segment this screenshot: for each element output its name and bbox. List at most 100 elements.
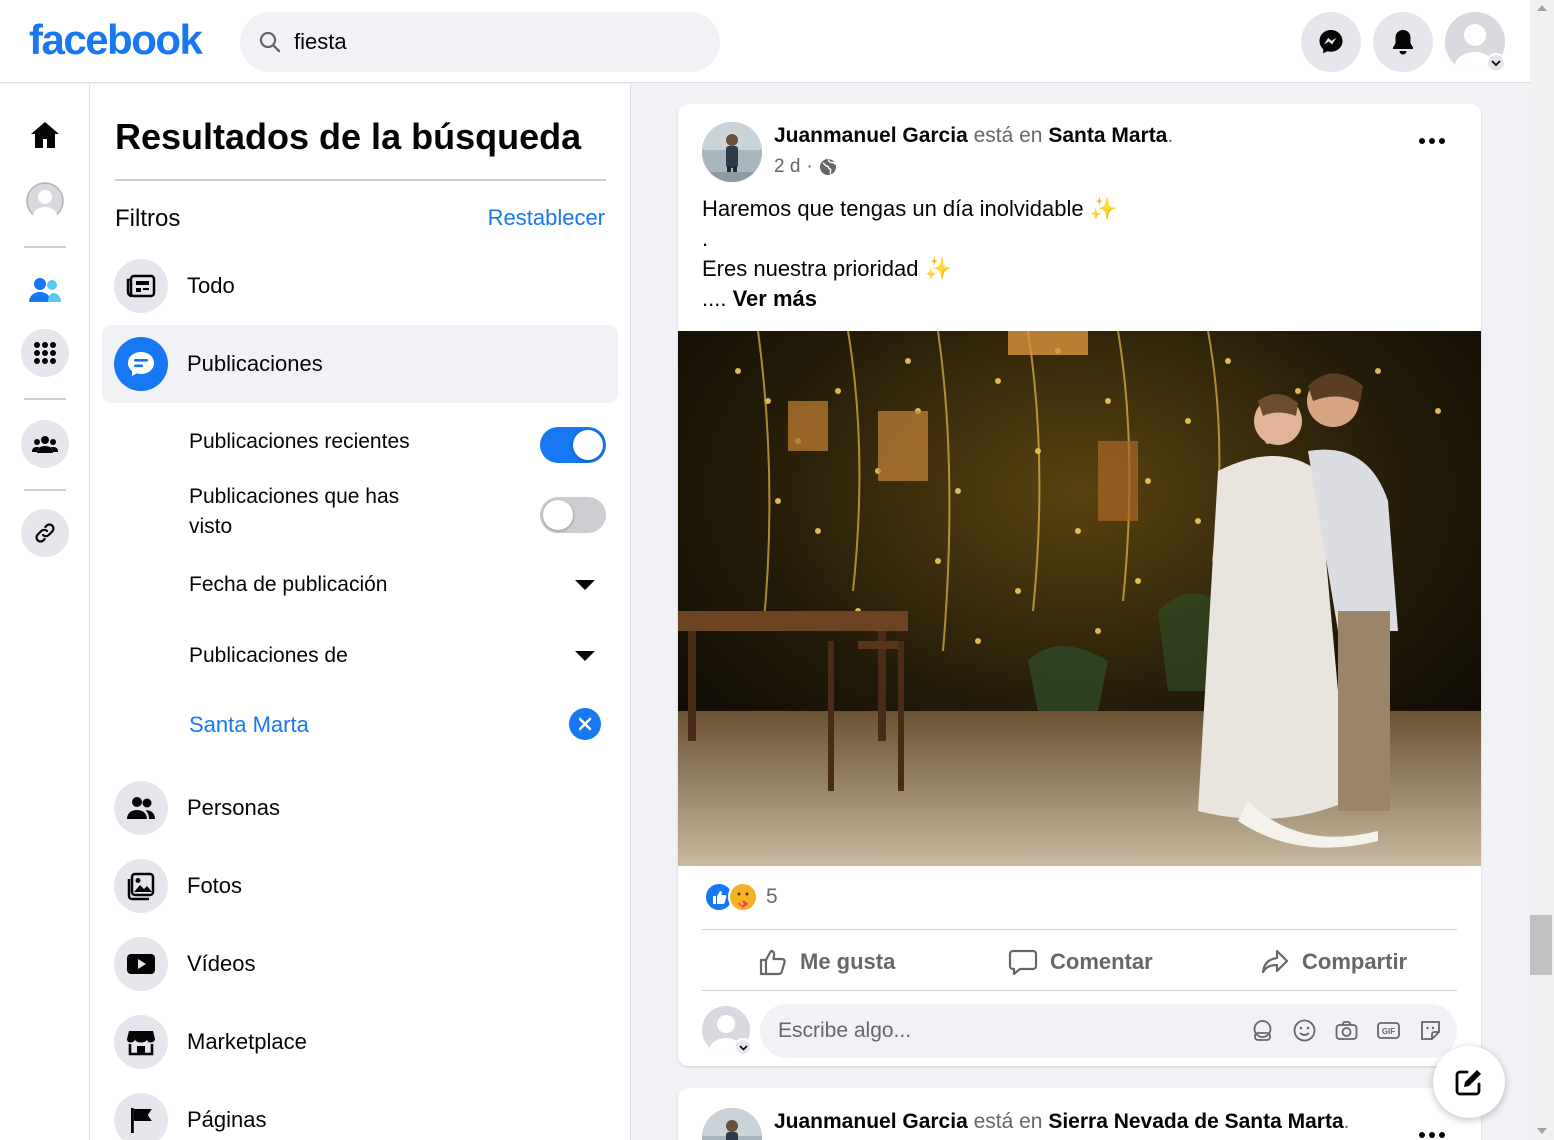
emoji-icon[interactable] (1292, 1018, 1317, 1043)
more-dot-icon (1419, 138, 1425, 144)
search-icon (259, 31, 281, 53)
filters-heading: Filtros (115, 205, 181, 232)
facebook-logo[interactable]: facebook (29, 16, 203, 64)
seen-posts-label-line2: visto (189, 515, 233, 538)
post-author-avatar[interactable] (702, 1108, 762, 1140)
home-icon (31, 122, 59, 148)
groups-button[interactable] (21, 420, 69, 468)
recent-posts-toggle[interactable] (540, 427, 606, 463)
more-dot-icon (1439, 138, 1445, 144)
filter-videos[interactable]: Vídeos (102, 925, 618, 1003)
post-author-avatar[interactable] (702, 122, 762, 182)
post-time[interactable]: 2 d (774, 156, 800, 178)
profile-button[interactable] (21, 177, 69, 225)
post-author-name[interactable]: Juanmanuel Garcia (774, 1110, 968, 1133)
chevron-down-icon (738, 1044, 748, 1051)
groups-icon (32, 436, 58, 453)
shop-icon (114, 1015, 168, 1069)
rail-divider (24, 398, 66, 400)
author-photo-icon (702, 1108, 762, 1140)
grid-menu-icon (34, 342, 56, 364)
like-button[interactable]: Me gusta (758, 942, 895, 982)
comment-input[interactable]: Escribe algo... GIF (760, 1004, 1457, 1058)
avatar-sticker-icon[interactable] (1250, 1018, 1275, 1043)
date-filter-label[interactable]: Fecha de publicación (189, 570, 387, 600)
page-scrollbar[interactable] (1530, 0, 1554, 1140)
flag-icon (114, 1093, 168, 1140)
more-dot-icon (1419, 1132, 1425, 1138)
clear-location-button[interactable] (569, 708, 601, 740)
filter-photos[interactable]: Fotos (102, 847, 618, 925)
people-icon (114, 781, 168, 835)
left-navigation-rail (0, 84, 90, 1140)
news-feed-icon (114, 259, 168, 313)
filter-people-label: Personas (187, 795, 280, 820)
scrollbar-thumb[interactable] (1530, 915, 1552, 975)
friends-button[interactable] (21, 266, 69, 314)
gif-icon[interactable]: GIF (1376, 1018, 1401, 1043)
next-post-card: Juanmanuel Garcia está en Sierra Nevada … (678, 1088, 1481, 1140)
chat-bubble-icon (114, 337, 168, 391)
location-filter-value[interactable]: Santa Marta (189, 712, 309, 738)
filter-videos-label: Vídeos (187, 951, 256, 976)
posts-from-label[interactable]: Publicaciones de (189, 641, 348, 671)
new-message-button[interactable] (1433, 1046, 1505, 1118)
post-meta: 2 d · (774, 156, 837, 178)
rail-divider (24, 489, 66, 491)
post-location[interactable]: Sierra Nevada de Santa Marta (1048, 1110, 1343, 1133)
share-icon (1261, 949, 1289, 974)
seen-posts-toggle[interactable] (540, 497, 606, 533)
account-menu-caret[interactable] (1486, 53, 1506, 73)
comment-button[interactable]: Comentar (1008, 942, 1153, 982)
filter-pages[interactable]: Páginas (102, 1081, 618, 1140)
filter-photos-label: Fotos (187, 873, 243, 898)
sticker-icon[interactable] (1418, 1018, 1443, 1043)
wedding-photo-illustration (678, 331, 1481, 866)
like-label: Me gusta (800, 949, 896, 974)
filter-marketplace[interactable]: Marketplace (102, 1003, 618, 1081)
post-text-line: Eres nuestra prioridad ✨ (702, 256, 952, 281)
rail-divider (24, 246, 66, 248)
sparkle-emoji: ✨ (924, 256, 952, 281)
messenger-icon (1319, 30, 1343, 54)
post-author-name[interactable]: Juanmanuel Garcia (774, 124, 968, 147)
title-divider (115, 179, 606, 181)
actions-divider (702, 929, 1457, 930)
scroll-up-arrow-icon[interactable] (1537, 5, 1547, 11)
link-button[interactable] (21, 509, 69, 557)
search-input[interactable] (294, 29, 694, 55)
post-header: Juanmanuel Garcia está en Santa Marta. (774, 124, 1173, 148)
post-header-period: . (1343, 1110, 1350, 1133)
home-button[interactable] (21, 111, 69, 159)
posts-from-dropdown-icon[interactable] (575, 651, 595, 661)
reset-filters-link[interactable]: Restablecer (488, 205, 605, 231)
post-text-line: Haremos que tengas un día inolvidable ✨ (702, 196, 1118, 221)
reactions-summary[interactable]: 5 (704, 882, 778, 912)
notifications-button[interactable] (1373, 12, 1433, 72)
post-options-button[interactable] (1419, 1132, 1445, 1138)
commenter-menu-caret[interactable] (734, 1038, 752, 1056)
post-options-button[interactable] (1419, 138, 1445, 144)
filter-all[interactable]: Todo (102, 247, 618, 325)
seen-posts-label-line1: Publicaciones que has (189, 485, 400, 508)
page-title: Resultados de la búsqueda (115, 116, 582, 157)
globe-icon (819, 159, 836, 175)
search-bar[interactable] (240, 12, 720, 72)
filter-people[interactable]: Personas (102, 769, 618, 847)
scroll-down-arrow-icon[interactable] (1537, 1128, 1547, 1134)
messenger-button[interactable] (1301, 12, 1361, 72)
photos-icon (114, 859, 168, 913)
more-dot-icon (1429, 138, 1435, 144)
post-text: Haremos que tengas un día inolvidable ✨ … (702, 194, 1117, 314)
post-location[interactable]: Santa Marta (1048, 124, 1167, 147)
compose-icon (1455, 1070, 1481, 1096)
camera-icon[interactable] (1334, 1018, 1359, 1043)
date-filter-dropdown-icon[interactable] (575, 580, 595, 590)
share-button[interactable]: Compartir (1260, 942, 1407, 982)
post-photo[interactable] (678, 331, 1481, 866)
comment-label: Comentar (1050, 949, 1153, 974)
menu-button[interactable] (21, 329, 69, 377)
see-more-link[interactable]: Ver más (733, 286, 817, 311)
filter-posts[interactable]: Publicaciones (102, 325, 618, 403)
profile-avatar-icon (26, 182, 64, 220)
